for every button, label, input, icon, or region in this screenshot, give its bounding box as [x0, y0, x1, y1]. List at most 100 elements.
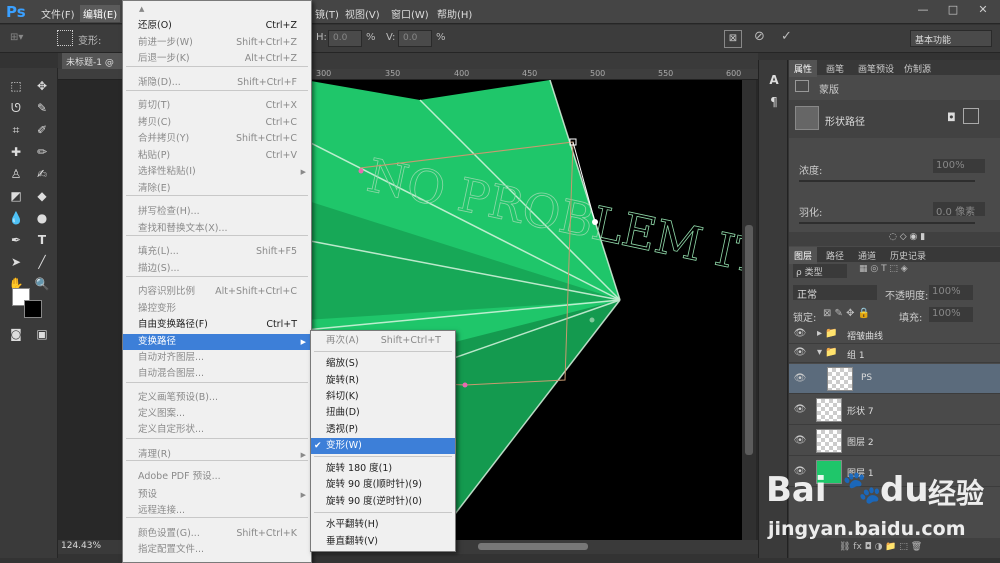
layer-row-selected[interactable]: 👁 PS: [789, 364, 1000, 394]
edit-menu-item[interactable]: 剪切(T) Ctrl+X: [123, 98, 311, 114]
edit-menu-item[interactable]: 前进一步(W) Shift+Ctrl+Z: [123, 35, 311, 51]
blur-tool-icon[interactable]: 💧: [6, 208, 26, 228]
edit-menu-item[interactable]: 远程连接...: [123, 503, 311, 519]
move-tool-icon[interactable]: ✥: [32, 76, 52, 96]
transform-submenu-item[interactable]: 垂直翻转(V): [311, 534, 455, 550]
warp-mode-icon[interactable]: ⊠: [724, 30, 742, 48]
edit-menu-item[interactable]: Adobe PDF 预设...: [123, 469, 311, 485]
layer-row[interactable]: 👁 ▾ 📁 组 1: [789, 345, 1000, 363]
vertical-scrollbar[interactable]: [742, 80, 756, 540]
eye-icon[interactable]: 👁: [793, 373, 807, 384]
crop-tool-icon[interactable]: ⌗: [6, 120, 26, 140]
tab-layers[interactable]: 图层: [789, 247, 818, 264]
screen-mode-icon[interactable]: ▣: [32, 324, 52, 344]
commit-transform-icon[interactable]: ✓: [781, 29, 792, 44]
quick-mask-icon[interactable]: ◙: [6, 324, 26, 344]
layer-row[interactable]: 👁 形状 7: [789, 395, 1000, 425]
transform-submenu-item[interactable]: 水平翻转(H): [311, 517, 455, 533]
path-select-icon[interactable]: ➤: [6, 252, 26, 272]
tab-channels[interactable]: 通道: [853, 247, 881, 264]
dodge-tool-icon[interactable]: ●: [32, 208, 52, 228]
edit-menu-item[interactable]: 拷贝(C) Ctrl+C: [123, 115, 311, 131]
eye-icon[interactable]: 👁: [793, 435, 807, 446]
eye-icon[interactable]: 👁: [793, 328, 807, 339]
character-panel-icon[interactable]: A: [764, 70, 784, 90]
density-slider[interactable]: [799, 180, 975, 182]
tool-preset-icon[interactable]: ⊞▾: [10, 32, 23, 43]
edit-menu-item[interactable]: 渐隐(D)... Shift+Ctrl+F: [123, 75, 311, 91]
edit-menu-item[interactable]: 查找和替换文本(X)...: [123, 221, 311, 237]
lasso-tool-icon[interactable]: ᘎ: [6, 98, 26, 118]
tab-history[interactable]: 历史记录: [885, 247, 931, 264]
zoom-tool-icon[interactable]: 🔍: [32, 274, 52, 294]
edit-menu-item[interactable]: 变换路径 ▶: [123, 334, 311, 350]
edit-menu-item[interactable]: 定义图案...: [123, 406, 311, 422]
marquee-tool-icon[interactable]: ⬚: [6, 76, 26, 96]
paragraph-panel-icon[interactable]: ¶: [764, 92, 784, 112]
clone-stamp-icon[interactable]: ♙: [6, 164, 26, 184]
warp-anchor-point[interactable]: [358, 168, 364, 174]
eyedropper-icon[interactable]: ✐: [32, 120, 52, 140]
layer-row[interactable]: 👁 图层 2: [789, 426, 1000, 456]
edit-menu-item[interactable]: 自由变换路径(F) Ctrl+T: [123, 317, 311, 333]
tab-brush-presets[interactable]: 画笔预设: [853, 60, 899, 77]
eye-icon[interactable]: 👁: [793, 404, 807, 415]
shape-path-row[interactable]: 形状路径 ◘: [789, 100, 1000, 138]
close-button[interactable]: ✕: [968, 0, 998, 20]
edit-menu-item[interactable]: 粘贴(P) Ctrl+V: [123, 148, 311, 164]
edit-menu-item[interactable]: 填充(L)... Shift+F5: [123, 244, 311, 260]
brush-tool-icon[interactable]: ✏: [32, 142, 52, 162]
line-tool-icon[interactable]: ╱: [32, 252, 52, 272]
paint-bucket-icon[interactable]: ◆: [32, 186, 52, 206]
warp-control-point[interactable]: [592, 219, 598, 225]
quick-select-icon[interactable]: ✎: [32, 98, 52, 118]
transform-submenu-item[interactable]: 扭曲(D): [311, 405, 455, 421]
menu-help[interactable]: 帮助(H): [434, 5, 475, 22]
edit-menu-item[interactable]: 合并拷贝(Y) Shift+Ctrl+C: [123, 131, 311, 147]
reference-point-icon[interactable]: [57, 30, 73, 46]
edit-menu-item[interactable]: 预设 ▶: [123, 487, 311, 503]
pen-tool-icon[interactable]: ✒: [6, 230, 26, 250]
transform-submenu-item[interactable]: 旋转 180 度(1): [311, 461, 455, 477]
horizontal-scrollbar-thumb[interactable]: [478, 543, 588, 550]
feather-slider[interactable]: [799, 222, 975, 224]
document-tab[interactable]: 未标题-1 @: [62, 53, 124, 69]
edit-menu-item[interactable]: 内容识别比例 Alt+Shift+Ctrl+C: [123, 284, 311, 300]
properties-footer-icons[interactable]: ◌ ◇ ◉ ▮: [789, 232, 1000, 246]
edit-menu-item[interactable]: 后退一步(K) Alt+Ctrl+Z: [123, 51, 311, 67]
scrollbar-thumb[interactable]: [745, 225, 753, 455]
transform-submenu-item[interactable]: 旋转(R): [311, 373, 455, 389]
menu-view[interactable]: 视图(V): [342, 5, 383, 22]
menu-window[interactable]: 窗口(W): [388, 5, 432, 22]
warp-anchor-point[interactable]: [589, 317, 595, 323]
tab-properties[interactable]: 属性: [789, 60, 818, 77]
lock-icons[interactable]: ⊠ ✎ ✥ 🔒: [823, 308, 870, 319]
edit-menu-item[interactable]: 描边(S)...: [123, 261, 311, 277]
warp-anchor-point[interactable]: [462, 382, 468, 388]
transform-submenu-item[interactable]: 透视(P): [311, 422, 455, 438]
edit-menu-item[interactable]: 清除(E): [123, 181, 311, 197]
edit-menu-item[interactable]: 指定配置文件...: [123, 542, 311, 558]
eraser-icon[interactable]: ◩: [6, 186, 26, 206]
zoom-level[interactable]: 124.43%: [61, 541, 101, 551]
feather-field[interactable]: 0.0 像素: [933, 202, 985, 218]
layer-filter-select[interactable]: ρ 类型: [793, 264, 847, 278]
workspace-select[interactable]: 基本功能: [910, 30, 992, 47]
edit-menu-item[interactable]: 还原(O) Ctrl+Z: [123, 18, 311, 34]
h-field[interactable]: 0.0: [328, 30, 362, 47]
background-color-swatch[interactable]: [24, 300, 42, 318]
history-brush-icon[interactable]: ✍: [32, 164, 52, 184]
edit-menu-item[interactable]: 定义自定形状...: [123, 422, 311, 438]
transform-submenu-item[interactable]: ✔ 变形(W): [311, 438, 455, 454]
tab-paths[interactable]: 路径: [821, 247, 849, 264]
edit-menu-item[interactable]: 拼写检查(H)...: [123, 204, 311, 220]
cancel-transform-icon[interactable]: ⊘: [754, 29, 765, 44]
edit-menu-item[interactable]: 颜色设置(G)... Shift+Ctrl+K: [123, 526, 311, 542]
transform-submenu-item[interactable]: 旋转 90 度(顺时针)(9): [311, 477, 455, 493]
opacity-field[interactable]: 100%: [929, 285, 973, 300]
edit-menu-item[interactable]: 自动混合图层...: [123, 366, 311, 382]
transform-submenu-item[interactable]: 缩放(S): [311, 356, 455, 372]
minimize-button[interactable]: —: [908, 0, 938, 20]
tab-clone-source[interactable]: 仿制源: [899, 60, 936, 77]
edit-menu-item[interactable]: 自动对齐图层...: [123, 350, 311, 366]
